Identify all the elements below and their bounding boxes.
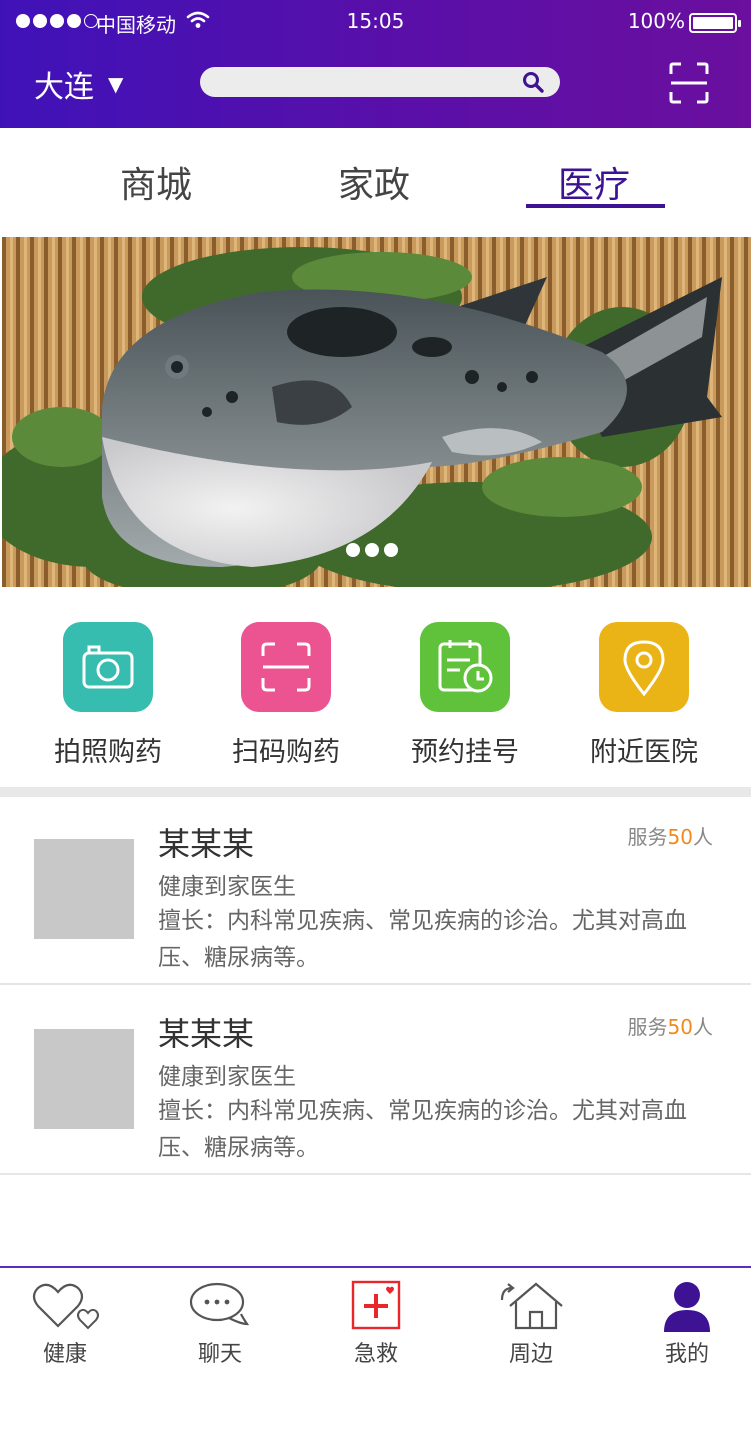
shortcut-label: 预约挂号 [411,737,519,768]
shortcut-nearby-hospital[interactable]: 附近医院 [564,622,724,769]
search-icon[interactable] [522,71,544,93]
doctor-name: 某某某 [158,1015,255,1053]
doctor-title: 健康到家医生 [158,1064,296,1090]
battery-percent: 100% [627,9,685,33]
shortcut-photo-buy[interactable]: 拍照购药 [28,622,188,769]
doctor-specialty: 擅长：内科常见疾病、常见疾病的诊治。尤其对高血压、糖尿病等。 [158,1098,687,1161]
nav-label: 聊天 [197,1342,242,1367]
shortcut-label: 拍照购药 [54,737,162,768]
doctor-photo [34,1029,134,1129]
appointment-icon [420,622,510,712]
search-input[interactable] [200,67,560,97]
doctor-card[interactable]: 某某某 服务50人 健康到家医生 擅长：内科常见疾病、常见疾病的诊治。尤其对高血… [0,797,751,985]
location-pin-icon [599,622,689,712]
category-tabs: 商城 家政 医疗 [0,136,751,226]
served-count: 服务50人 [627,825,713,849]
camera-icon [63,622,153,712]
shortcut-appointment[interactable]: 预约挂号 [385,622,545,769]
section-divider [0,787,751,797]
active-tab-indicator [526,204,665,208]
top-header: 中国移动 15:05 100% 大连 ▼ [0,0,751,128]
city-selector[interactable]: 大连 ▼ [34,62,123,106]
city-label: 大连 [34,70,94,105]
carousel-indicator[interactable] [346,543,398,557]
shortcut-label: 扫码购药 [232,737,340,768]
nav-label: 我的 [664,1342,709,1367]
doctor-card[interactable]: 某某某 服务50人 健康到家医生 擅长：内科常见疾病、常见疾病的诊治。尤其对高血… [0,987,751,1175]
nav-first-aid[interactable]: 急救 [321,1280,431,1368]
user-icon [652,1280,722,1332]
home-icon [496,1280,566,1332]
shortcut-grid: 拍照购药 扫码购药 预约挂号 附近医院 [0,622,751,782]
nav-chat[interactable]: 聊天 [165,1280,275,1368]
nav-label: 急救 [353,1342,398,1367]
nav-health[interactable]: 健康 [10,1280,120,1368]
shortcut-label: 附近医院 [590,737,698,768]
nav-nearby[interactable]: 周边 [476,1280,586,1368]
doctor-photo [34,839,134,939]
banner-image [2,237,751,587]
chat-bubble-icon [185,1280,255,1332]
first-aid-icon [341,1280,411,1332]
nav-label: 周边 [508,1342,553,1367]
nav-label: 健康 [42,1342,87,1367]
banner-carousel[interactable] [2,237,751,587]
scan-icon [241,622,331,712]
doctor-specialty: 擅长：内科常见疾病、常见疾病的诊治。尤其对高血压、糖尿病等。 [158,908,687,971]
shortcut-scan-buy[interactable]: 扫码购药 [206,622,366,769]
tab-housekeeping[interactable]: 家政 [338,156,410,208]
doctor-title: 健康到家医生 [158,874,296,900]
tab-medical[interactable]: 医疗 [558,156,630,208]
served-count: 服务50人 [627,1015,713,1039]
hearts-icon [30,1280,100,1332]
nav-mine[interactable]: 我的 [632,1280,742,1368]
battery-icon [689,13,741,33]
chevron-down-icon: ▼ [108,72,124,96]
bottom-nav: 健康 聊天 急救 周边 我的 [0,1266,751,1429]
tab-mall[interactable]: 商城 [120,156,192,208]
doctor-name: 某某某 [158,825,255,863]
status-bar: 中国移动 15:05 100% [0,6,751,38]
scan-icon[interactable] [669,62,709,104]
